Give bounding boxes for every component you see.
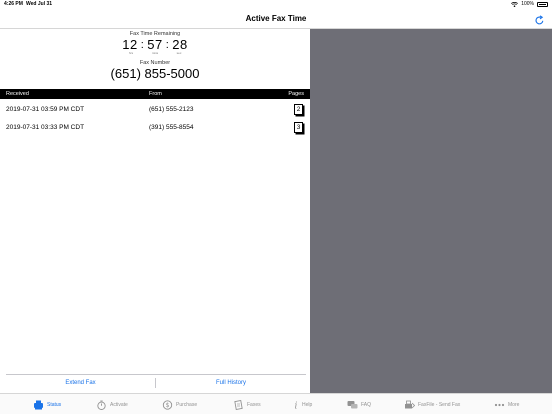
- tab-label: Help: [302, 402, 313, 408]
- timer-unit-seconds: sec: [176, 51, 182, 55]
- table-row[interactable]: 2019-07-31 03:33 PM CDT (391) 555-8554 3: [0, 118, 310, 136]
- timer-separator: :: [140, 39, 145, 51]
- tab-help[interactable]: i Help: [293, 399, 313, 411]
- tab-label: More: [508, 402, 520, 408]
- tab-label: Faxes: [247, 402, 261, 408]
- chat-icon: [347, 400, 358, 410]
- bottom-links: Extend Fax Full History: [6, 374, 306, 390]
- tab-activate[interactable]: Activate: [96, 399, 128, 411]
- column-pages: Pages: [288, 91, 304, 97]
- detail-pane: [310, 29, 552, 393]
- timer-separator: :: [165, 39, 170, 51]
- table-row[interactable]: 2019-07-31 03:59 PM CDT (651) 555-2123 2: [0, 100, 310, 118]
- status-bar: 4:26 PM Wed Jul 31 100%: [0, 0, 552, 9]
- status-date: Wed Jul 31: [26, 1, 53, 7]
- fax-icon: [33, 400, 44, 410]
- row-received: 2019-07-31 03:59 PM CDT: [6, 106, 85, 113]
- fax-number: (651) 855-5000: [110, 66, 200, 81]
- nav-bar: Active Fax Time: [0, 9, 552, 29]
- refresh-icon[interactable]: [534, 13, 545, 25]
- row-received: 2019-07-31 03:33 PM CDT: [6, 124, 85, 131]
- info-icon: i: [293, 400, 299, 411]
- tab-label: Purchase: [176, 402, 198, 408]
- status-right: 100%: [511, 1, 548, 7]
- timer-units: hrs mins sec: [0, 51, 310, 55]
- tab-faq[interactable]: FAQ: [347, 399, 371, 411]
- app-screen: 4:26 PM Wed Jul 31 100% Active Fax Time …: [0, 0, 552, 414]
- stopwatch-icon: [96, 400, 107, 410]
- timer-seconds: 28: [172, 37, 188, 52]
- tab-label: Status: [47, 402, 62, 408]
- battery-percent: 100%: [521, 1, 534, 7]
- page-title: Active Fax Time: [245, 14, 307, 23]
- page-count-icon: 2: [294, 104, 303, 115]
- extend-fax-button[interactable]: Extend Fax: [6, 380, 155, 386]
- timer-hours: 12: [122, 37, 138, 52]
- status-pane: Fax Time Remaining 12:57:28 hrs mins sec F…: [0, 29, 310, 393]
- tab-label: FAQ: [361, 402, 372, 408]
- page-count-icon: 3: [294, 122, 303, 133]
- tab-label: FaxFile - Send Fax: [418, 402, 461, 408]
- tab-more[interactable]: More: [494, 399, 519, 411]
- status-time: 4:26 PM: [4, 1, 23, 7]
- svg-text:i: i: [295, 402, 298, 411]
- tab-bar: Status Activate $ Purchase Faxes i Help: [0, 393, 552, 414]
- timer-unit-minutes: mins: [151, 51, 159, 55]
- tab-status[interactable]: Status: [33, 399, 61, 411]
- tab-label: Activate: [110, 402, 128, 408]
- svg-text:$: $: [166, 402, 170, 409]
- faxes-table-header: Received From Pages: [0, 89, 310, 99]
- timer-minutes: 57: [147, 37, 163, 52]
- more-icon: [494, 400, 505, 410]
- tab-faxes[interactable]: Faxes: [233, 399, 261, 411]
- row-from: (651) 555-2123: [149, 106, 194, 113]
- row-from: (391) 555-8554: [149, 124, 194, 131]
- dollar-icon: $: [162, 400, 173, 410]
- column-received: Received: [6, 91, 29, 97]
- timer-unit-hours: hrs: [128, 51, 134, 55]
- column-from: From: [149, 91, 162, 97]
- tab-faxfile-send-fax[interactable]: FaxFile - Send Fax: [404, 399, 460, 411]
- tab-purchase[interactable]: $ Purchase: [162, 399, 197, 411]
- send-fax-icon: [404, 400, 415, 410]
- documents-icon: [233, 400, 244, 410]
- countdown-timer: 12:57:28: [0, 37, 310, 52]
- wifi-icon: [511, 1, 519, 7]
- battery-icon: [537, 1, 548, 7]
- full-history-button[interactable]: Full History: [156, 380, 306, 386]
